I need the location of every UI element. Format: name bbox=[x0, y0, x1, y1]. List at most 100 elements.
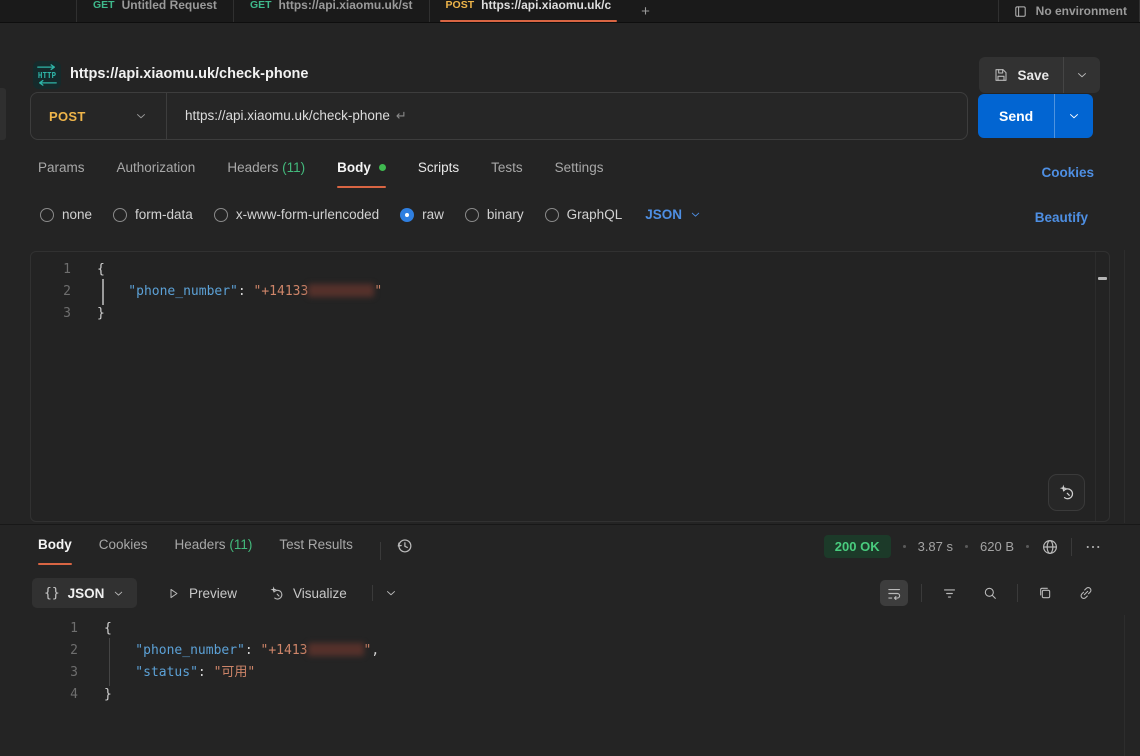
radio-circle bbox=[465, 208, 479, 222]
wrap-text-button[interactable] bbox=[880, 580, 908, 606]
send-button-label: Send bbox=[999, 108, 1033, 124]
environment-icon bbox=[1013, 4, 1028, 19]
dot-separator bbox=[965, 545, 968, 548]
radio-circle bbox=[214, 208, 228, 222]
radio-binary[interactable]: binary bbox=[465, 207, 524, 222]
scrollbar-thumb[interactable] bbox=[1098, 277, 1107, 280]
response-time[interactable]: 3.87 s bbox=[918, 539, 953, 554]
tab-params[interactable]: Params bbox=[38, 160, 85, 188]
redacted-phone bbox=[308, 643, 364, 656]
filter-button[interactable] bbox=[935, 580, 963, 606]
dot-separator bbox=[1026, 545, 1029, 548]
response-size[interactable]: 620 B bbox=[980, 539, 1014, 554]
code-line: 4 } bbox=[30, 684, 1110, 706]
environment-label: No environment bbox=[1036, 4, 1127, 18]
code-line: 2 "phone_number": "+1413", bbox=[30, 640, 1110, 662]
braces-icon: {} bbox=[44, 586, 60, 601]
body-format-selector[interactable]: JSON bbox=[645, 207, 702, 222]
chevron-down-icon bbox=[689, 208, 702, 221]
divider bbox=[372, 585, 373, 601]
body-content-dot bbox=[379, 164, 386, 171]
request-tab-2[interactable]: GET https://api.xiaomu.uk/st bbox=[233, 0, 429, 23]
link-icon bbox=[1078, 585, 1094, 601]
more-options-icon[interactable] bbox=[1084, 538, 1102, 556]
copy-response-button[interactable] bbox=[1031, 580, 1059, 606]
method-selector[interactable]: POST bbox=[31, 109, 166, 124]
postbot-button[interactable] bbox=[1048, 474, 1085, 511]
response-body-viewer[interactable]: 1 { 2 "phone_number": "+1413", 3 "status… bbox=[30, 618, 1110, 706]
save-options-button[interactable] bbox=[1063, 57, 1100, 93]
response-header: Body Cookies Headers (11) Test Results 2… bbox=[0, 531, 1140, 571]
request-tab-3-active[interactable]: POST https://api.xiaomu.uk/c bbox=[429, 0, 628, 23]
preview-button[interactable]: Preview bbox=[166, 578, 237, 608]
cookies-link[interactable]: Cookies bbox=[1041, 165, 1094, 180]
beautify-link[interactable]: Beautify bbox=[1035, 210, 1088, 225]
request-tab-label: https://api.xiaomu.uk/c bbox=[481, 0, 611, 12]
chevron-down-icon bbox=[112, 587, 125, 600]
request-url-bar: POST https://api.xiaomu.uk/check-phone↵ bbox=[30, 92, 968, 140]
request-body-code: 1 { 2 "phone_number": "+14133" 3 } bbox=[31, 252, 1109, 325]
dot-separator bbox=[903, 545, 906, 548]
response-tab-headers[interactable]: Headers (11) bbox=[175, 537, 253, 565]
left-panel-grip[interactable] bbox=[0, 88, 6, 140]
radio-graphql[interactable]: GraphQL bbox=[545, 207, 623, 222]
add-tab-button[interactable]: + bbox=[627, 3, 664, 20]
editor-scrollbar[interactable] bbox=[1095, 252, 1109, 521]
environment-selector[interactable]: No environment bbox=[998, 0, 1135, 23]
request-header: https://api.xiaomu.uk/check-phone Save bbox=[0, 23, 1140, 81]
save-button[interactable]: Save bbox=[979, 57, 1063, 93]
radio-circle bbox=[40, 208, 54, 222]
visualize-button[interactable]: Visualize bbox=[268, 578, 347, 608]
save-button-group: Save bbox=[979, 57, 1100, 93]
radio-circle bbox=[113, 208, 127, 222]
request-title: https://api.xiaomu.uk/check-phone bbox=[70, 66, 308, 82]
search-icon bbox=[982, 585, 998, 601]
format-options-button[interactable] bbox=[384, 578, 398, 608]
response-history-icon[interactable] bbox=[395, 536, 414, 555]
tab-body[interactable]: Body bbox=[337, 160, 386, 188]
code-line: 3 "status": "可用" bbox=[30, 662, 1110, 684]
response-tab-test-results[interactable]: Test Results bbox=[279, 537, 353, 565]
chevron-down-icon bbox=[1067, 109, 1081, 123]
response-tab-body[interactable]: Body bbox=[38, 537, 72, 565]
tab-headers[interactable]: Headers (11) bbox=[227, 160, 305, 188]
tab-settings[interactable]: Settings bbox=[555, 160, 604, 188]
code-line: 1 { bbox=[31, 259, 1109, 281]
send-button[interactable]: Send bbox=[978, 94, 1054, 138]
radio-circle bbox=[545, 208, 559, 222]
request-tab-1[interactable]: GET Untitled Request bbox=[76, 0, 233, 23]
copy-icon bbox=[1037, 585, 1053, 601]
search-response-button[interactable] bbox=[976, 580, 1004, 606]
postbot-sparkle-icon bbox=[1057, 483, 1076, 502]
tab-tests[interactable]: Tests bbox=[491, 160, 523, 188]
radio-urlencoded[interactable]: x-www-form-urlencoded bbox=[214, 207, 379, 222]
url-input[interactable]: https://api.xiaomu.uk/check-phone↵ bbox=[167, 108, 425, 124]
method-badge: POST bbox=[446, 0, 475, 11]
radio-none[interactable]: none bbox=[40, 207, 92, 222]
visualize-sparkle-icon bbox=[268, 585, 285, 602]
save-icon bbox=[993, 67, 1009, 83]
send-options-button[interactable] bbox=[1054, 94, 1093, 138]
request-tab-label: https://api.xiaomu.uk/st bbox=[279, 0, 413, 12]
divider bbox=[1071, 538, 1072, 556]
response-format-selector[interactable]: {} JSON bbox=[32, 578, 137, 608]
radio-raw-selected[interactable]: raw bbox=[400, 207, 444, 222]
response-tab-cookies[interactable]: Cookies bbox=[99, 537, 148, 565]
postman-window: GET Untitled Request GET https://api.xia… bbox=[0, 0, 1140, 756]
status-badge[interactable]: 200 OK bbox=[824, 535, 891, 558]
chevron-down-icon bbox=[384, 586, 398, 600]
tab-scripts[interactable]: Scripts bbox=[418, 160, 459, 188]
radio-form-data[interactable]: form-data bbox=[113, 207, 193, 222]
send-button-group: Send bbox=[978, 94, 1093, 138]
network-globe-icon[interactable] bbox=[1041, 538, 1059, 556]
response-section-divider[interactable] bbox=[0, 524, 1140, 525]
wrap-text-icon bbox=[886, 585, 903, 602]
divider bbox=[380, 542, 381, 560]
request-body-editor[interactable]: 1 { 2 "phone_number": "+14133" 3 } bbox=[30, 251, 1110, 522]
tab-authorization[interactable]: Authorization bbox=[117, 160, 196, 188]
share-link-button[interactable] bbox=[1072, 580, 1100, 606]
method-badge: GET bbox=[93, 0, 115, 11]
divider bbox=[1017, 584, 1018, 602]
response-toolbar: {} JSON Preview Visualize bbox=[0, 578, 1140, 610]
divider bbox=[921, 584, 922, 602]
